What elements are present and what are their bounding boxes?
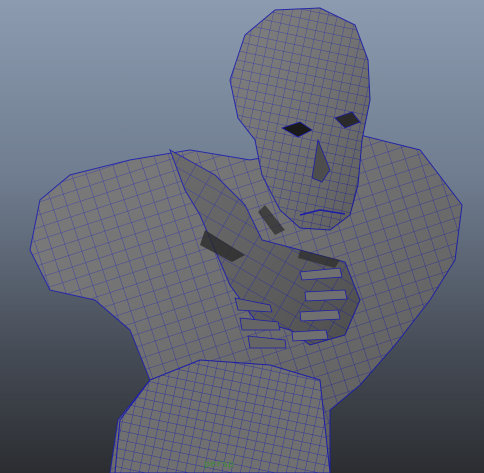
viewport-canvas[interactable] bbox=[0, 0, 484, 473]
maya-3d-viewport[interactable]: persp bbox=[0, 0, 484, 473]
camera-name-label: persp bbox=[204, 459, 235, 470]
mesh-abdomen[interactable] bbox=[114, 359, 331, 473]
